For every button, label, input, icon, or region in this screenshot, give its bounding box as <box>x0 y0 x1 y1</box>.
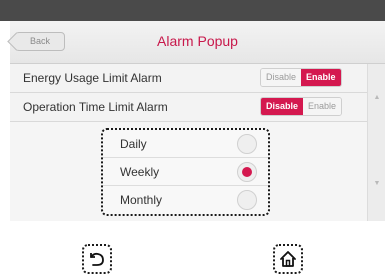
period-option-label: Monthly <box>120 193 163 207</box>
page-title: Alarm Popup <box>157 33 238 49</box>
radio-button[interactable] <box>237 190 257 210</box>
period-option-label: Weekly <box>120 165 160 179</box>
header-bar: Back Alarm Popup <box>10 21 385 64</box>
period-option-daily[interactable]: Daily <box>103 130 268 158</box>
operation-time-alarm-label: Operation Time Limit Alarm <box>23 100 168 114</box>
energy-usage-alarm-row: Energy Usage Limit Alarm Disable Enable <box>10 64 367 93</box>
operation-time-disable-option[interactable]: Disable <box>261 98 304 115</box>
operation-time-enable-option[interactable]: Enable <box>303 98 342 115</box>
period-option-list: Daily Weekly Monthly <box>101 128 270 216</box>
home-icon <box>280 251 296 267</box>
return-button[interactable] <box>82 244 112 274</box>
period-option-monthly[interactable]: Monthly <box>103 186 268 214</box>
energy-usage-alarm-toggle: Disable Enable <box>260 68 342 87</box>
energy-usage-alarm-label: Energy Usage Limit Alarm <box>23 71 162 85</box>
scrollbar[interactable]: ▲ ▼ <box>367 64 385 221</box>
radio-button-selected[interactable] <box>237 162 257 182</box>
home-button[interactable] <box>273 244 303 274</box>
period-option-label: Daily <box>120 137 147 151</box>
operation-time-alarm-row: Operation Time Limit Alarm Disable Enabl… <box>10 93 367 122</box>
radio-button[interactable] <box>237 134 257 154</box>
energy-usage-disable-option[interactable]: Disable <box>261 69 302 86</box>
scroll-up-icon[interactable]: ▲ <box>368 94 385 101</box>
return-arrow-icon <box>90 252 104 266</box>
scroll-down-icon[interactable]: ▼ <box>368 180 385 187</box>
operation-time-alarm-toggle: Disable Enable <box>260 97 343 116</box>
status-bar <box>0 0 385 21</box>
period-option-weekly[interactable]: Weekly <box>103 158 268 186</box>
energy-usage-enable-option[interactable]: Enable <box>301 69 341 86</box>
